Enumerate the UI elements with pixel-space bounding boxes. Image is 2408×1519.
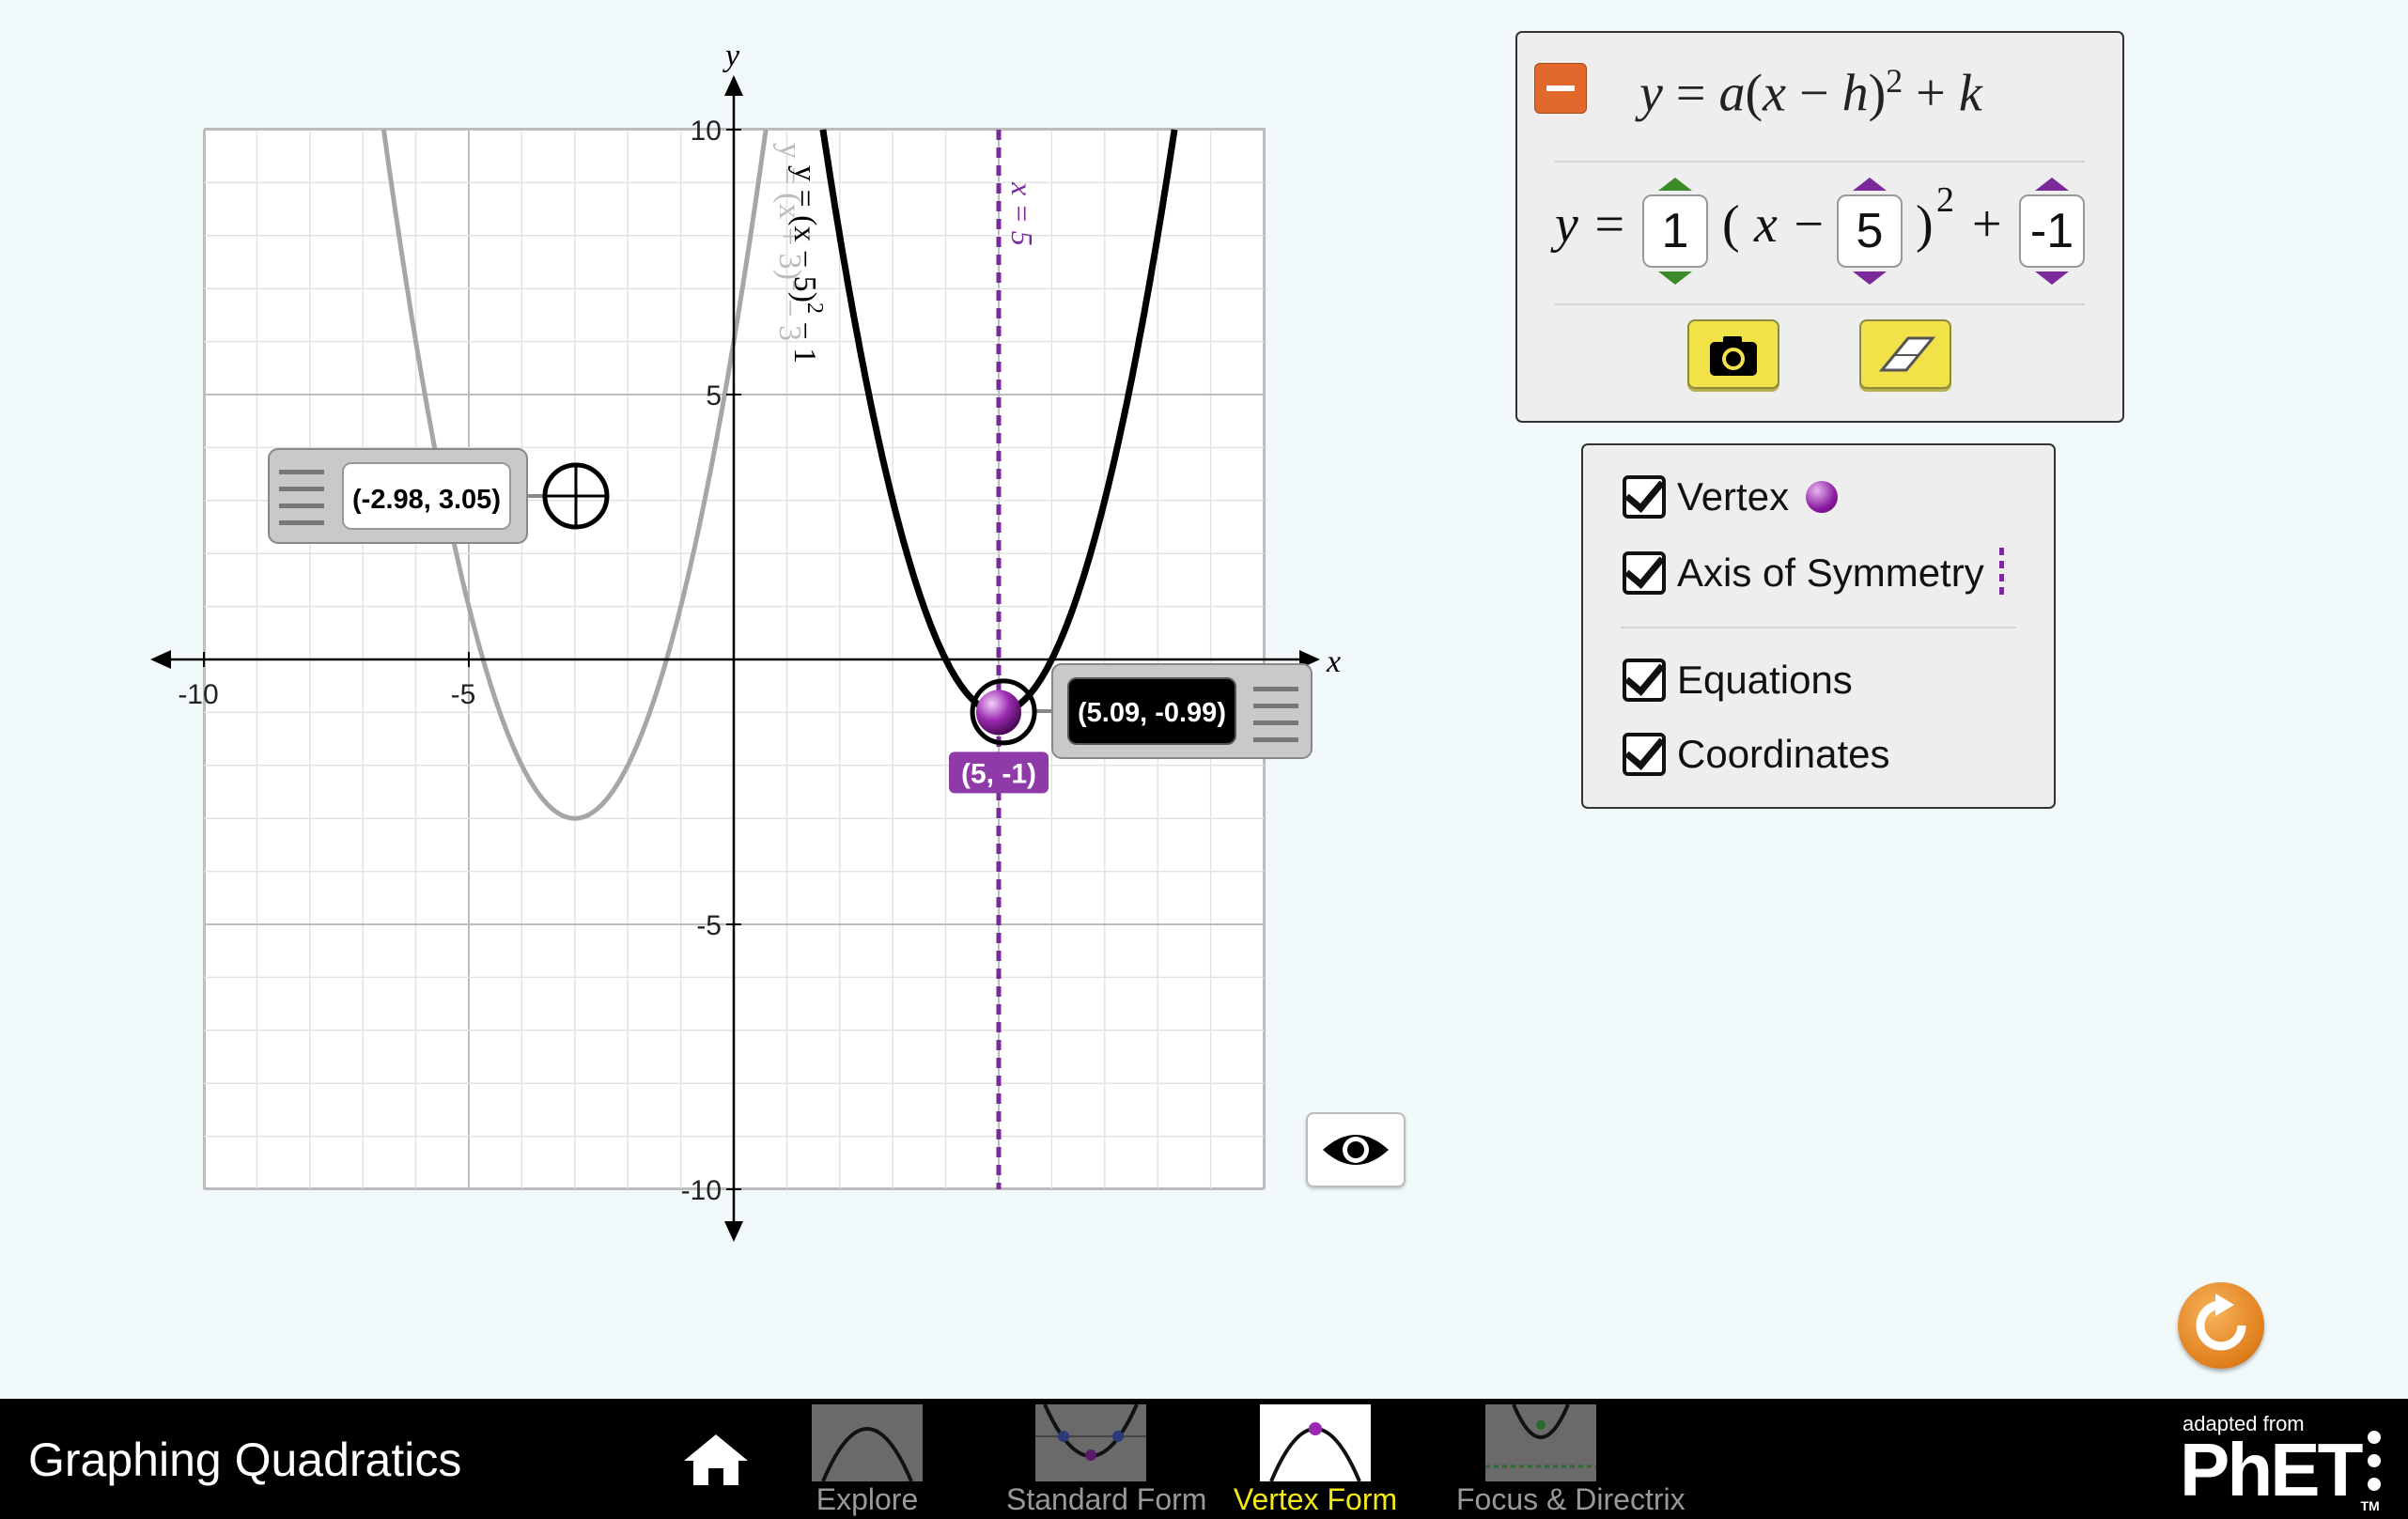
- vertex-point[interactable]: [976, 690, 1021, 736]
- menu-kebab-icon[interactable]: [2368, 1431, 2381, 1491]
- equation-separator-top: [1555, 161, 2085, 163]
- axis-of-symmetry-legend-icon: [1998, 548, 2004, 598]
- phet-logo[interactable]: PhETTM: [2180, 1427, 2380, 1513]
- graph-options-panel: Vertex Axis of Symmetry Equations Coordi…: [1581, 443, 2056, 809]
- y-axis-top-arrow: [724, 75, 743, 96]
- interactive-equation: y = 1 ( x − 5 ) 2 + -1: [1555, 174, 2100, 285]
- vertex-coordinates-label: (5, -1): [961, 758, 1036, 789]
- y-tick-label: -5: [696, 910, 722, 941]
- phet-logo-text: PhET: [2180, 1428, 2363, 1511]
- axis-of-symmetry-label: x = 5: [1005, 181, 1039, 246]
- app-title: Graphing Quadratics: [28, 1434, 462, 1486]
- vertex-form-general-equation: y = a(x − h)2 + k: [1639, 62, 1982, 123]
- home-icon[interactable]: [682, 1431, 750, 1489]
- collapse-equation-button[interactable]: [1534, 63, 1587, 114]
- eq-open-paren: (: [1722, 195, 1740, 254]
- screen-tab-focus-directrix[interactable]: Focus & Directrix: [1456, 1404, 1686, 1517]
- eraser-icon: [1878, 336, 1936, 372]
- focus-directrix-thumbnail-icon: [1485, 1404, 1596, 1481]
- equation-separator-bottom: [1555, 303, 2085, 305]
- equations-checkbox[interactable]: [1623, 659, 1666, 702]
- eq-exponent: 2: [1936, 180, 1954, 220]
- h-value: 5: [1856, 204, 1884, 258]
- camera-icon: [1710, 336, 1757, 376]
- eye-icon: [1323, 1135, 1389, 1165]
- h-decrement-arrow[interactable]: [1853, 271, 1887, 285]
- x-tick-label: -10: [178, 679, 218, 710]
- screen-label-standard-form: Standard Form: [1006, 1482, 1207, 1516]
- screen-label-focus-directrix: Focus & Directrix: [1456, 1482, 1686, 1516]
- y-tick-label: 10: [691, 116, 722, 147]
- coordinates-checkbox-row[interactable]: Coordinates: [1623, 728, 1889, 781]
- y-axis-label: y: [722, 39, 740, 73]
- standard-form-thumbnail-icon: [1035, 1404, 1146, 1481]
- reset-icon: [2196, 1294, 2246, 1351]
- x-axis-left-arrow: [150, 650, 171, 669]
- erase-curves-button[interactable]: [1859, 319, 1951, 389]
- axis-of-symmetry-checkbox[interactable]: [1623, 551, 1666, 595]
- eq-plus: +: [1972, 195, 2002, 254]
- reset-all-button[interactable]: [2178, 1282, 2264, 1369]
- vertex-form-thumbnail-icon: [1260, 1404, 1371, 1481]
- point-tool-left-coordinates: (-2.98, 3.05): [352, 485, 501, 515]
- a-decrement-arrow[interactable]: [1658, 271, 1692, 285]
- screen-tab-explore[interactable]: Explore: [783, 1404, 952, 1517]
- active-curve-equation-label: y = (x − 5)2 − 1: [787, 165, 827, 364]
- equations-checkbox-label: Equations: [1677, 658, 1853, 702]
- coordinates-checkbox-label: Coordinates: [1677, 732, 1890, 776]
- screen-label-explore: Explore: [816, 1482, 919, 1516]
- point-tool-right-coordinates: (5.09, -0.99): [1078, 698, 1226, 728]
- a-value: 1: [1661, 204, 1689, 258]
- equation-accordion-box: y = a(x − h)2 + k y = 1 ( x − 5 ) 2 + -1: [1515, 31, 2124, 423]
- equations-checkbox-row[interactable]: Equations: [1623, 654, 1853, 706]
- vertex-coordinates-badge: (5, -1): [949, 752, 1049, 794]
- a-coefficient-spinner[interactable]: 1: [1642, 178, 1708, 285]
- y-tick-label: 5: [706, 380, 722, 411]
- eq-x-minus: x −: [1754, 195, 1826, 254]
- k-decrement-arrow[interactable]: [2035, 271, 2069, 285]
- save-curve-button[interactable]: [1687, 319, 1779, 389]
- navigation-bar: Graphing Quadratics Explore Standard For…: [0, 1399, 2408, 1519]
- phet-trademark: TM: [2360, 1498, 2380, 1513]
- vertex-manipulator[interactable]: [976, 690, 1021, 736]
- k-increment-arrow[interactable]: [2035, 178, 2069, 191]
- screen-label-vertex-form: Vertex Form: [1233, 1482, 1398, 1516]
- k-value: -1: [2029, 204, 2074, 258]
- axis-of-symmetry-checkbox-row[interactable]: Axis of Symmetry: [1623, 547, 2004, 599]
- eq-close-paren: ): [1916, 195, 1934, 254]
- screen-tab-standard-form[interactable]: Standard Form: [1006, 1404, 1207, 1517]
- vertex-checkbox-label: Vertex: [1677, 474, 1790, 519]
- x-tick-label: -5: [451, 679, 476, 710]
- screen-tab-vertex-form[interactable]: Vertex Form: [1231, 1404, 1400, 1517]
- toggle-graph-contents-button[interactable]: [1306, 1112, 1406, 1187]
- eq-y-equals: y =: [1555, 195, 1627, 254]
- vertex-checkbox[interactable]: [1623, 475, 1666, 519]
- vertex-legend-icon: [1806, 481, 1839, 513]
- options-separator: [1621, 627, 2016, 628]
- a-increment-arrow[interactable]: [1658, 178, 1692, 191]
- coordinates-checkbox[interactable]: [1623, 733, 1666, 776]
- h-increment-arrow[interactable]: [1853, 178, 1887, 191]
- vertex-checkbox-row[interactable]: Vertex: [1623, 471, 1839, 523]
- y-tick-label: -10: [681, 1175, 722, 1206]
- k-coefficient-spinner[interactable]: -1: [2019, 178, 2085, 285]
- y-axis-bottom-arrow: [724, 1221, 743, 1242]
- x-axis-label: x: [1326, 644, 1341, 679]
- axis-of-symmetry-checkbox-label: Axis of Symmetry: [1677, 550, 1984, 595]
- h-coefficient-spinner[interactable]: 5: [1837, 178, 1903, 285]
- point-tool-left-probe[interactable]: [542, 462, 610, 530]
- explore-thumbnail-icon: [812, 1404, 923, 1481]
